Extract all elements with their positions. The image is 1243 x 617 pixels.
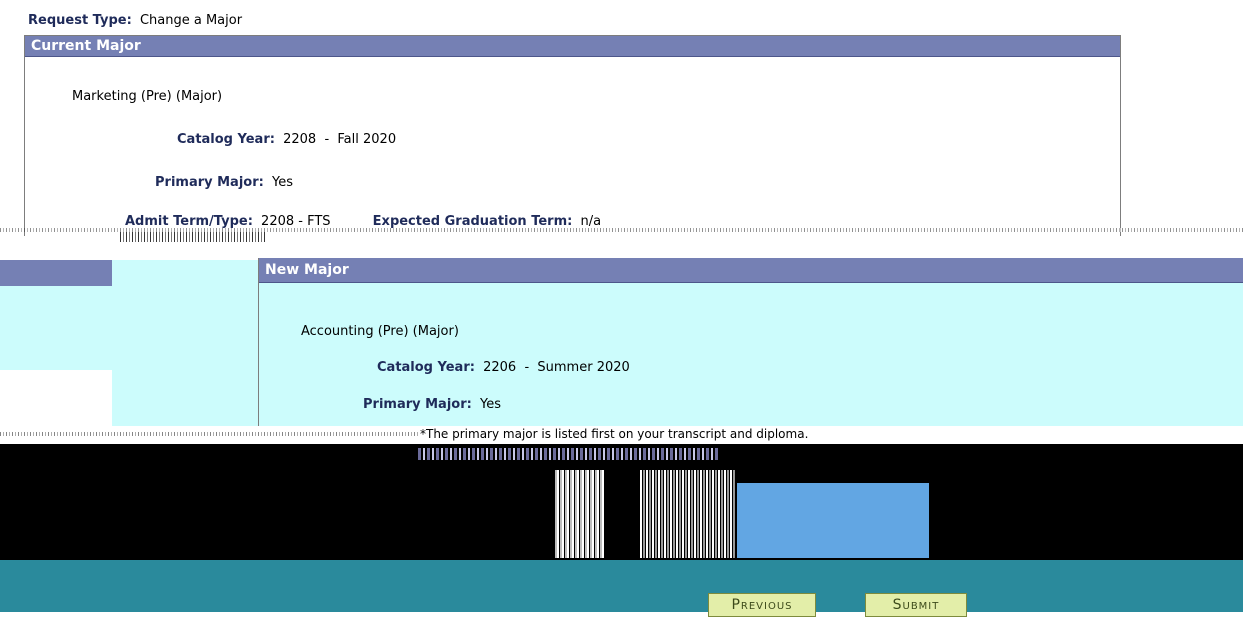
- artifact-bars-right: [640, 470, 735, 558]
- notice-row: *The primary major is listed first on yo…: [0, 426, 1243, 444]
- expected-grad-value: n/a: [580, 214, 602, 229]
- request-type-row: Request Type: Change a Major: [28, 13, 242, 28]
- render-artifact-block: [120, 232, 265, 242]
- new-major-program: Accounting (Pre) (Major): [301, 324, 459, 339]
- artifact-bars-left: [555, 470, 605, 558]
- current-major-header: Current Major: [25, 36, 1120, 57]
- current-catalog-year-row: Catalog Year: 2208 - Fall 2020: [177, 132, 396, 147]
- corrupted-render-region: [0, 444, 1243, 560]
- current-admit-term-label: Admit Term/Type:: [125, 214, 253, 229]
- new-major-panel: New Major Accounting (Pre) (Major) Catal…: [258, 258, 1243, 438]
- new-primary-major-row: Primary Major: Yes: [363, 397, 501, 412]
- previous-button[interactable]: Previous: [708, 593, 816, 617]
- current-primary-major-row: Primary Major: Yes: [155, 175, 293, 190]
- cyan-gap-fill: [112, 260, 260, 440]
- footer-bar: Previous Submit: [0, 560, 1243, 617]
- current-catalog-year-value: 2208 - Fall 2020: [283, 132, 397, 147]
- expected-grad-label: Expected Graduation Term:: [372, 214, 573, 229]
- current-primary-major-label: Primary Major:: [155, 175, 264, 190]
- left-stub-panel: [0, 286, 112, 370]
- new-primary-major-label: Primary Major:: [363, 397, 472, 412]
- artifact-blue-block: [737, 483, 929, 558]
- artifact-text-band: [418, 448, 718, 460]
- notice-artifact-left: [0, 432, 420, 436]
- new-catalog-year-value: 2206 - Summer 2020: [483, 360, 630, 375]
- current-catalog-year-label: Catalog Year:: [177, 132, 275, 147]
- new-catalog-year-row: Catalog Year: 2206 - Summer 2020: [377, 360, 630, 375]
- new-primary-major-value: Yes: [479, 397, 501, 412]
- left-stub-header: [0, 260, 112, 286]
- submit-button[interactable]: Submit: [865, 593, 967, 617]
- request-type-value: Change a Major: [139, 13, 243, 28]
- current-primary-major-value: Yes: [271, 175, 293, 190]
- current-admit-term-row: Admit Term/Type: 2208 - FTS Expected Gra…: [125, 214, 601, 229]
- new-catalog-year-label: Catalog Year:: [377, 360, 475, 375]
- current-major-panel: Current Major Marketing (Pre) (Major) Ca…: [24, 35, 1121, 236]
- current-admit-term-value: 2208 - FTS: [261, 214, 331, 229]
- primary-major-notice: *The primary major is listed first on yo…: [420, 427, 809, 441]
- current-major-program: Marketing (Pre) (Major): [72, 89, 223, 104]
- request-type-label: Request Type:: [28, 13, 132, 28]
- new-major-header: New Major: [259, 258, 1243, 283]
